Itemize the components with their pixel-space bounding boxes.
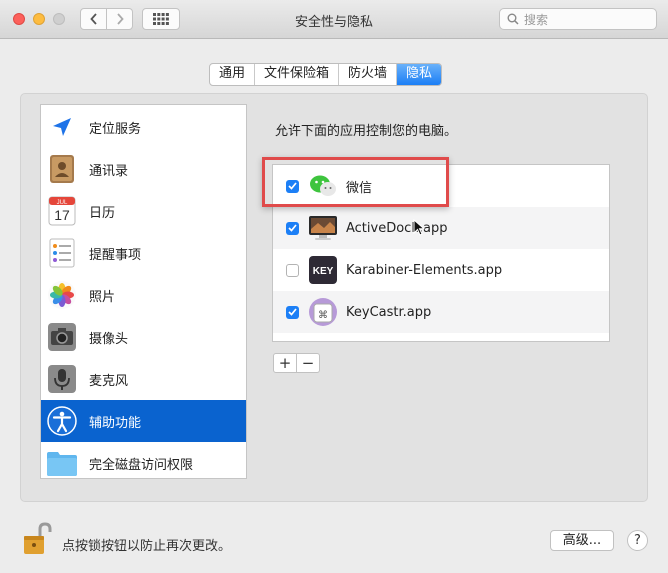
app-name: ActiveDock.app (346, 220, 448, 236)
sidebar-item-camera[interactable]: 摄像头 (41, 316, 246, 358)
preferences-window: 安全性与隐私 搜索 通用 文件保险箱 防火墙 隐私 定位服务 通讯录 JUL 1… (0, 0, 668, 573)
sidebar-item-label: 提醒事项 (89, 247, 142, 263)
add-app-button[interactable]: + (274, 354, 297, 372)
sidebar-item-full-disk-access[interactable]: 完全磁盘访问权限 (41, 442, 246, 478)
sidebar-item-photos[interactable]: 照片 (41, 274, 246, 316)
unlocked-padlock-icon (24, 522, 52, 554)
highlight-box (262, 157, 449, 207)
title-bar: 安全性与隐私 搜索 (0, 0, 668, 39)
karabiner-icon: KEY (308, 255, 338, 285)
sidebar-item-reminders[interactable]: 提醒事项 (41, 232, 246, 274)
app-checkbox[interactable] (286, 263, 299, 277)
microphone-icon (46, 363, 78, 395)
app-row-karabiner[interactable]: KEY Karabiner-Elements.app (273, 249, 609, 291)
sidebar-item-label: 完全磁盘访问权限 (89, 457, 194, 473)
sidebar-item-location[interactable]: 定位服务 (41, 106, 246, 148)
app-name: Karabiner-Elements.app (346, 262, 503, 278)
search-icon (507, 13, 519, 25)
calendar-month: JUL (57, 200, 68, 206)
calendar-icon: JUL 17 (46, 195, 78, 227)
tab-privacy[interactable]: 隐私 (397, 64, 442, 85)
app-row-keycastr[interactable]: ⌘ KeyCastr.app (273, 291, 609, 333)
sidebar-item-label: 摄像头 (89, 331, 129, 347)
sidebar-item-contacts[interactable]: 通讯录 (41, 148, 246, 190)
lock-button[interactable] (22, 522, 52, 560)
sidebar-item-label: 日历 (89, 205, 116, 221)
photos-icon (46, 279, 78, 311)
contacts-book-icon (46, 153, 78, 185)
remove-app-button[interactable]: − (297, 354, 319, 372)
sidebar-item-label: 麦克风 (89, 373, 129, 389)
karabiner-icon-text: KEY (313, 266, 334, 277)
app-checkbox[interactable] (286, 221, 299, 235)
folder-icon (46, 447, 78, 478)
search-field[interactable]: 搜索 (499, 8, 657, 30)
privacy-category-list[interactable]: 定位服务 通讯录 JUL 17 日历 提醒事项 照片 摄像头 麦克风 辅助功能 … (40, 104, 247, 479)
location-arrow-icon (46, 111, 78, 143)
sidebar-item-label: 照片 (89, 289, 116, 305)
tab-firewall[interactable]: 防火墙 (339, 64, 398, 85)
mouse-pointer-icon (413, 219, 425, 236)
search-placeholder: 搜索 (524, 12, 549, 27)
sidebar-item-accessibility[interactable]: 辅助功能 (41, 400, 246, 442)
tab-filevault[interactable]: 文件保险箱 (255, 64, 340, 85)
app-checkbox[interactable] (286, 305, 299, 319)
keycastr-icon: ⌘ (308, 297, 338, 327)
app-name: KeyCastr.app (346, 304, 432, 320)
app-row-partial (273, 333, 609, 341)
activedock-icon (308, 213, 338, 243)
help-button[interactable]: ? (627, 530, 648, 551)
app-row-activedock[interactable]: ActiveDock.app (273, 207, 609, 249)
tab-bar: 通用 文件保险箱 防火墙 隐私 (209, 63, 443, 86)
sidebar-item-microphone[interactable]: 麦克风 (41, 358, 246, 400)
camera-icon (46, 321, 78, 353)
calendar-day: 17 (54, 207, 70, 223)
sidebar-item-calendar[interactable]: JUL 17 日历 (41, 190, 246, 232)
accessibility-icon (46, 405, 78, 437)
sidebar-item-label: 辅助功能 (89, 415, 142, 431)
keycastr-icon-text: ⌘ (318, 310, 328, 321)
checkmark-icon (288, 224, 297, 232)
sidebar-item-label: 定位服务 (89, 121, 142, 137)
checkmark-icon (288, 308, 297, 316)
sidebar-item-label: 通讯录 (89, 163, 129, 179)
lock-hint-text: 点按锁按钮以防止再次更改。 (62, 539, 232, 554)
add-remove-control: + − (273, 353, 320, 373)
advanced-button[interactable]: 高级... (550, 530, 614, 551)
accessibility-prompt: 允许下面的应用控制您的电脑。 (275, 124, 458, 139)
tab-general[interactable]: 通用 (210, 64, 256, 85)
reminders-icon (46, 237, 78, 269)
